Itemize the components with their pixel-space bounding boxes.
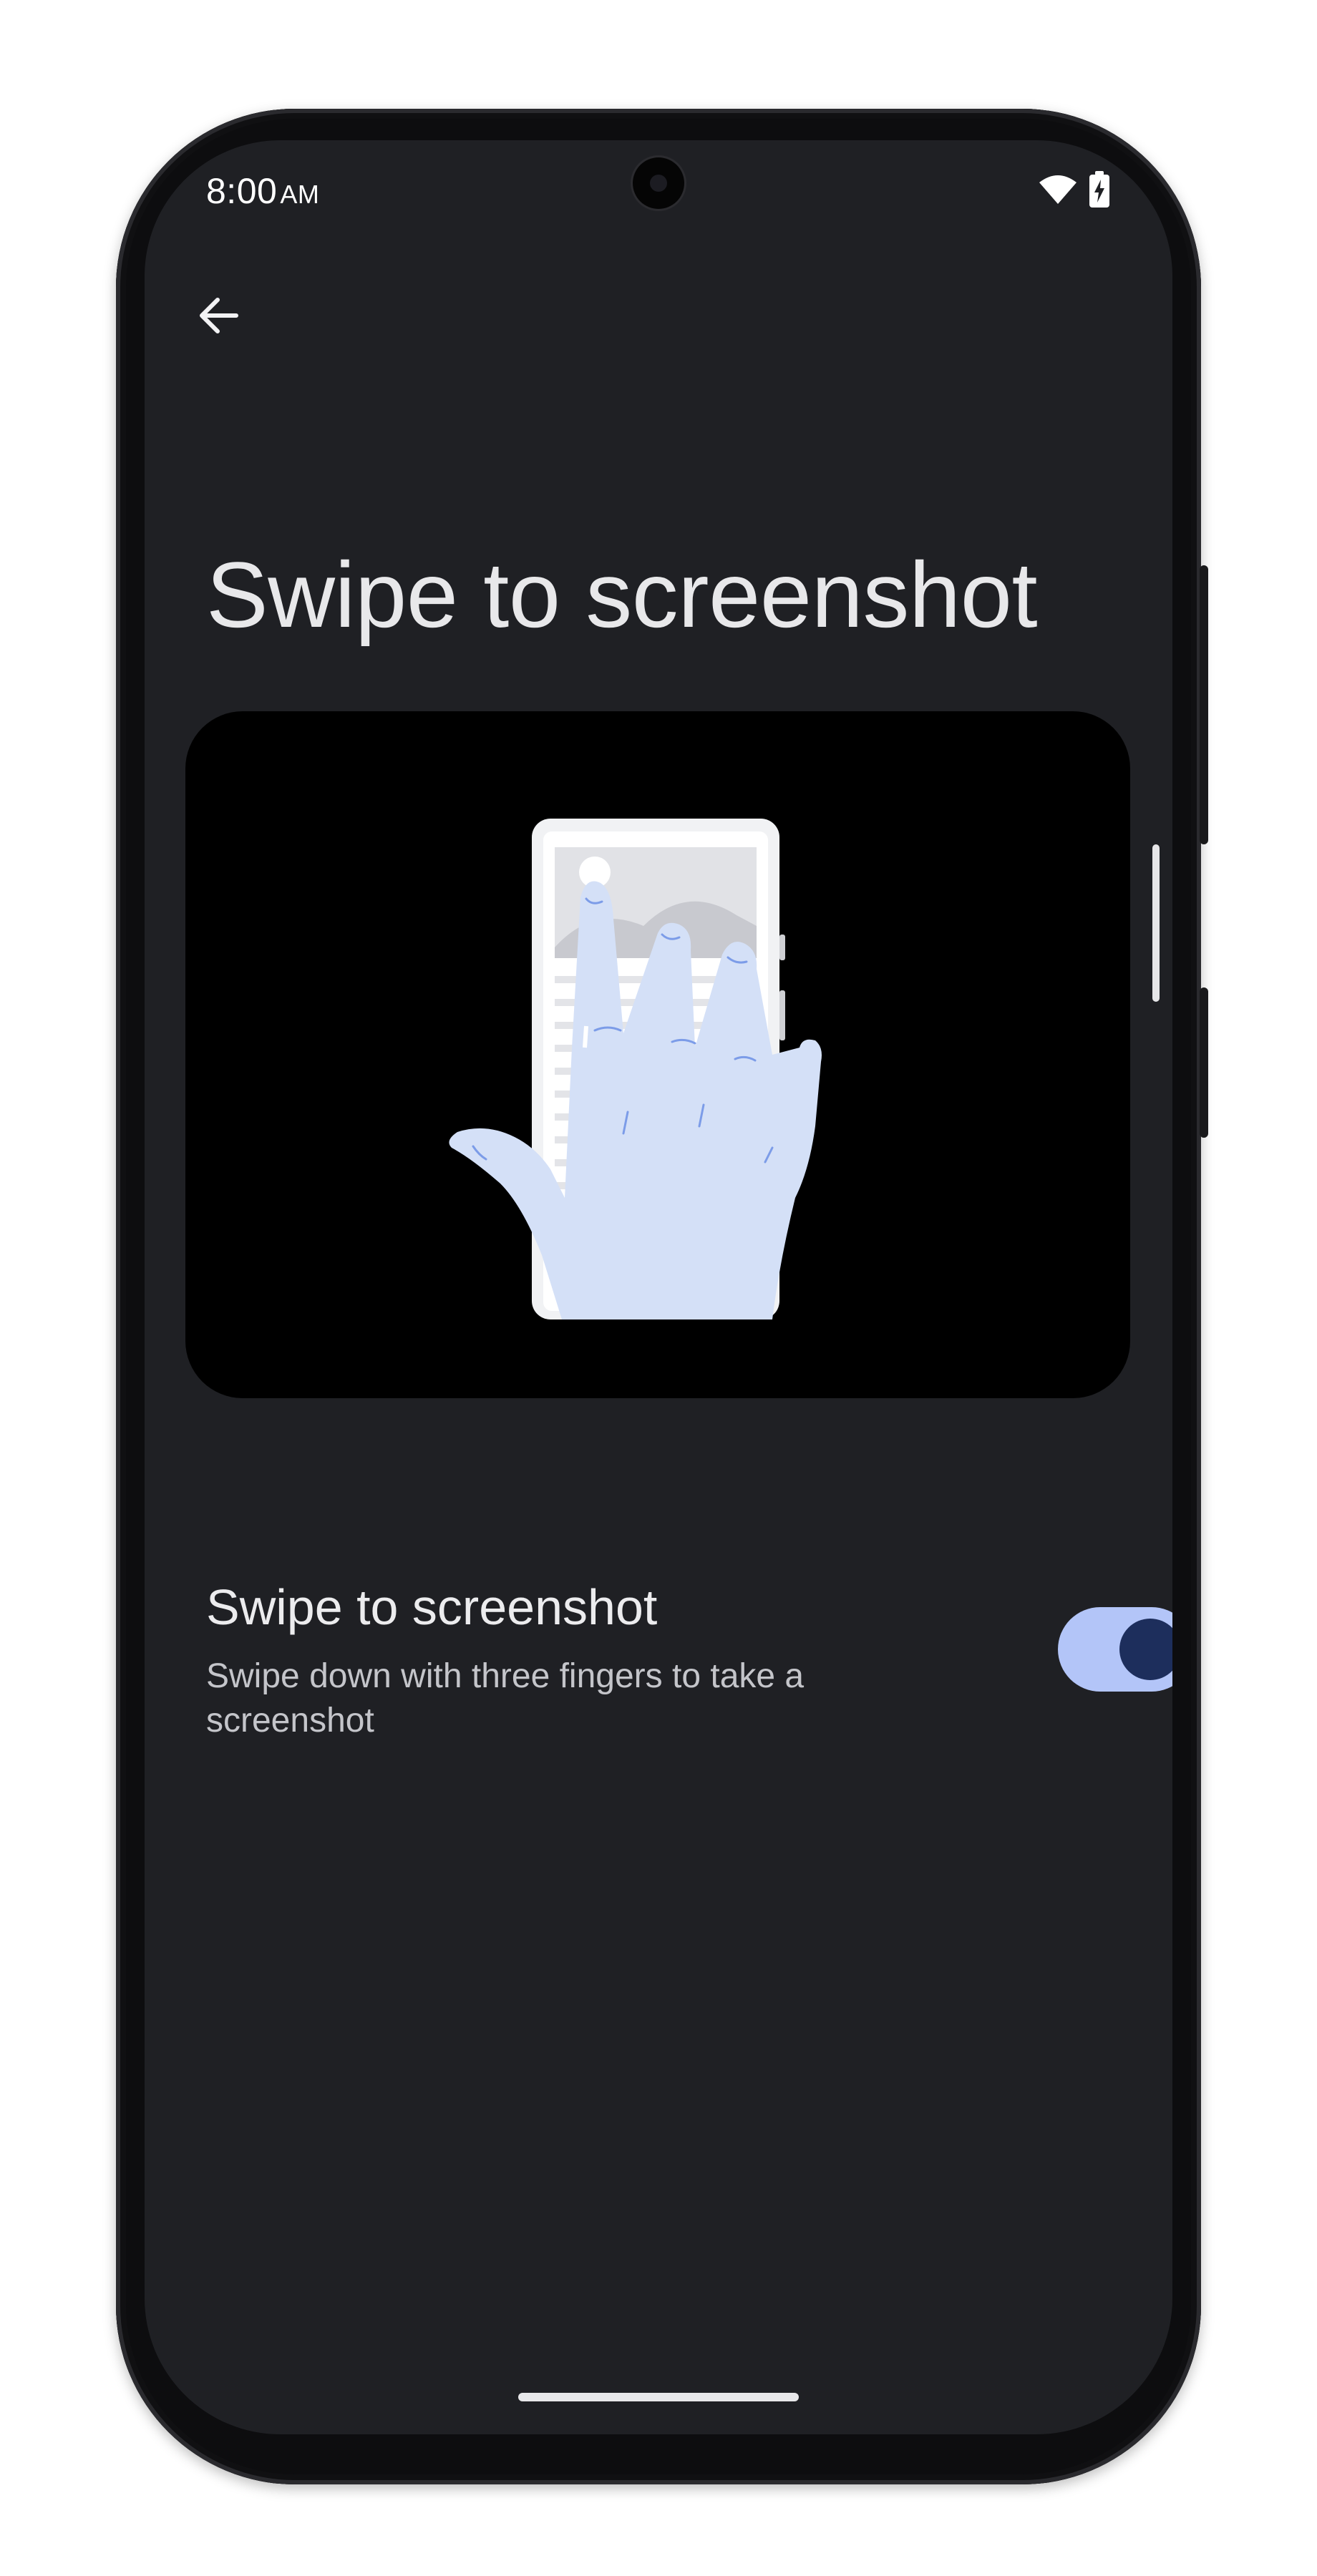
power-button [1200, 565, 1208, 844]
edge-highlight [1152, 844, 1160, 1002]
page-title: Swipe to screenshot [206, 542, 1038, 647]
status-icons [1038, 170, 1111, 212]
swipe-to-screenshot-toggle[interactable] [1058, 1607, 1172, 1692]
status-time: 8:00 AM [206, 170, 319, 212]
three-finger-swipe-hand-illustration [449, 819, 822, 1319]
screen: 8:00 AM Swipe to screenshot Swipe to scr… [145, 140, 1172, 2434]
status-time-ampm: AM [280, 180, 320, 209]
battery-charging-icon [1088, 170, 1111, 212]
volume-button [1200, 987, 1208, 1138]
status-time-value: 8:00 [206, 171, 278, 211]
toggle-thumb [1119, 1619, 1172, 1680]
swipe-to-screenshot-setting[interactable]: Swipe to screenshot Swipe down with thre… [206, 1579, 1172, 1740]
setting-title: Swipe to screenshot [206, 1579, 658, 1635]
back-button[interactable] [186, 283, 251, 348]
front-camera [633, 157, 684, 209]
swipe-gesture-illustration [185, 711, 1130, 1398]
wifi-icon [1038, 174, 1078, 209]
setting-summary: Swipe down with three fingers to take a … [206, 1657, 805, 1740]
arrow-left-icon [200, 298, 238, 333]
home-indicator[interactable] [518, 2393, 799, 2401]
status-bar: 8:00 AM [145, 140, 1172, 240]
